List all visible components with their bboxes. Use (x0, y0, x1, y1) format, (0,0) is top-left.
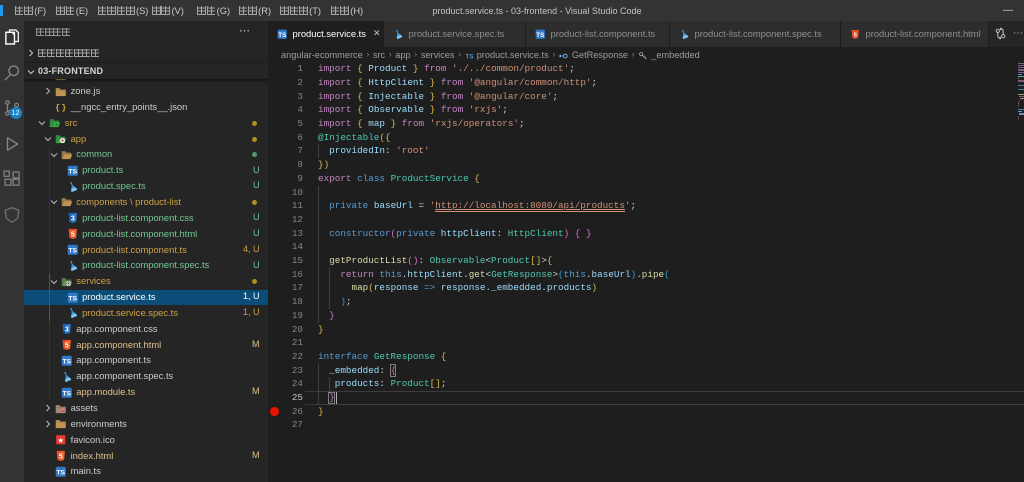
svg-text:{ }: { } (55, 104, 66, 113)
svg-text:TS: TS (536, 32, 544, 39)
svg-text:TS: TS (68, 248, 77, 255)
svg-text:TS: TS (465, 54, 473, 61)
svg-text:3: 3 (70, 215, 74, 223)
svg-text:TS: TS (62, 390, 71, 397)
svg-text:TS: TS (68, 295, 77, 302)
svg-text:5: 5 (70, 231, 74, 239)
svg-text:TS: TS (278, 32, 286, 39)
svg-text:5: 5 (65, 342, 69, 350)
svg-text:TS: TS (68, 168, 77, 175)
svg-text:★: ★ (57, 436, 64, 445)
svg-text:3: 3 (65, 326, 69, 334)
svg-text:5: 5 (59, 453, 63, 461)
svg-text:TS: TS (62, 359, 71, 366)
svg-text:TS: TS (56, 470, 65, 477)
